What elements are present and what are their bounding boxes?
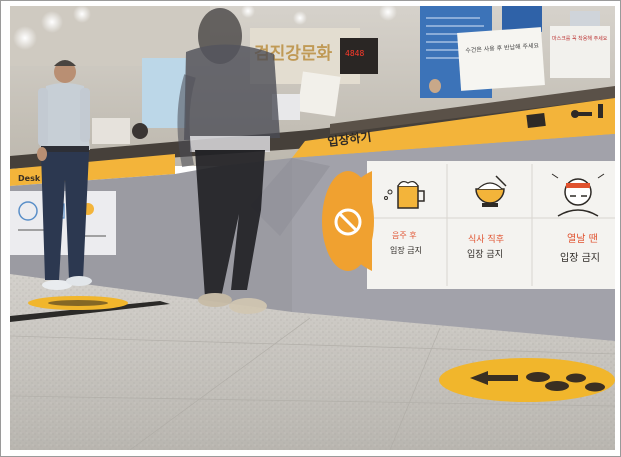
photo: 검진강문화 4848 수건은 사용 후 반납해 주세요 마스크를 꼭 착용해 주… [10,6,615,450]
floor-marker-right [439,358,615,402]
caption-fever-1: 열날 땐 [567,233,598,245]
desk-label: Desk [18,174,41,183]
photo-frame: 검진강문화 4848 수건은 사용 후 반납해 주세요 마스크를 꼭 착용해 주… [0,0,621,457]
counter-display: 4848 [345,49,364,58]
caption-beer-2: 입장 금지 [390,245,422,255]
caption-rice-1: 식사 직후 [468,234,504,245]
caption-fever-2: 입장 금지 [560,251,600,264]
caption-rice-2: 입장 금지 [467,248,503,260]
poster-text-2: 마스크를 꼭 착용해 주세요 [552,35,608,42]
staff-head [132,123,148,139]
caption-beer-1: 음주 후 [392,231,417,240]
